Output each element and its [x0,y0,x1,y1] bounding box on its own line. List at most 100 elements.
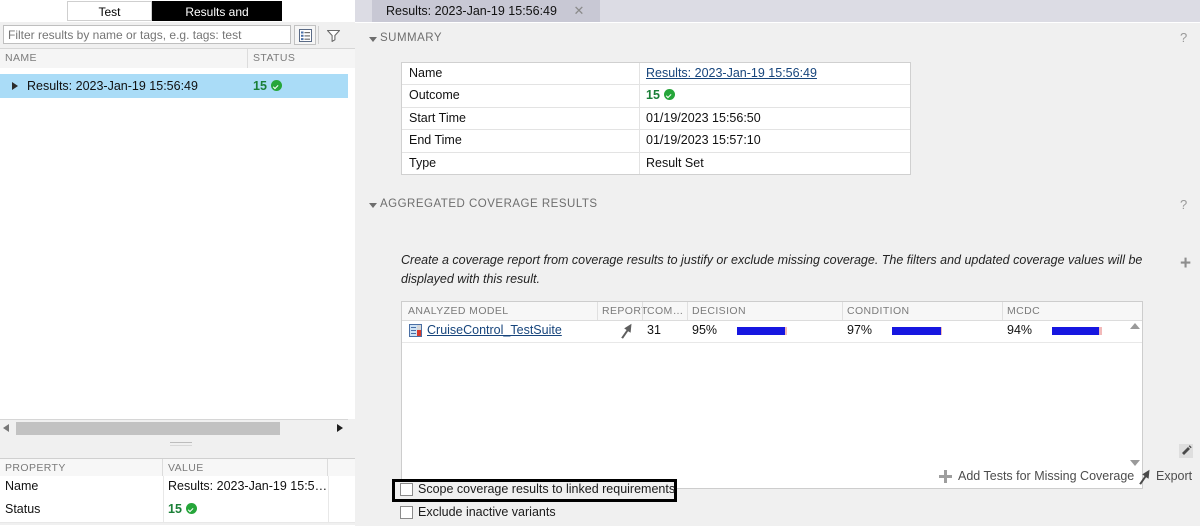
property-key: Status [5,502,41,516]
coverage-decision-bar [737,327,787,335]
scroll-up-arrow-icon[interactable] [1130,323,1140,329]
toolbar-separator [318,26,319,44]
summary-collapse-caret-icon[interactable] [369,37,377,42]
column-divider[interactable] [1002,302,1003,320]
list-detail-icon[interactable] [294,25,316,45]
property-table-header: PROPERTY VALUE [0,458,355,478]
checkbox-box[interactable] [400,506,413,519]
property-row-status[interactable]: Status 15 [0,499,355,523]
tree-horizontal-scrollbar[interactable] [0,419,348,437]
column-divider[interactable] [642,302,643,320]
scroll-left-arrow-icon[interactable] [3,424,9,432]
coverage-description: Create a coverage report from coverage r… [401,253,1143,286]
summary-value: 01/19/2023 15:57:10 [646,133,761,148]
export-flag-icon[interactable] [1138,469,1153,488]
coverage-model-link[interactable]: CruiseControl_TestSuite [427,323,562,337]
report-flag-icon[interactable] [620,323,635,342]
coverage-mcdc-value: 94% [1007,323,1033,337]
summary-row-start-time: Start Time 01/19/2023 15:56:50 [402,107,910,131]
summary-outcome-count: 15 [646,88,660,103]
summary-divider [639,130,640,152]
summary-key: End Time [409,133,462,148]
simulink-model-icon [409,324,422,337]
summary-value-link[interactable]: Results: 2023-Jan-19 15:56:49 [646,66,817,80]
tab-results-and-artifacts[interactable]: Results and Artifacts [152,1,282,39]
tree-row-status-count: 15 [253,79,267,93]
summary-divider [639,85,640,107]
document-tab-results[interactable]: Results: 2023-Jan-19 15:56:49 ✕ [372,0,600,22]
summary-value: Result Set [646,155,704,170]
summary-key: Start Time [409,110,466,125]
add-column-plus-icon[interactable]: + [1180,254,1191,273]
pass-check-icon [663,89,675,101]
checkbox-box[interactable] [400,483,413,496]
summary-divider [639,107,640,130]
funnel-icon[interactable] [322,25,344,45]
panel-splitter[interactable] [0,437,355,450]
column-header-condition[interactable]: CONDITION [847,302,910,320]
tree-row-result-set[interactable]: Results: 2023-Jan-19 15:56:49 15 [0,74,348,98]
property-divider [163,476,164,499]
coverage-section-title: AGGREGATED COVERAGE RESULTS [380,198,598,210]
resize-grip-icon[interactable] [1179,444,1193,458]
checkbox-label: Exclude inactive variants [418,505,556,519]
column-header-status[interactable]: STATUS [248,49,355,68]
left-tabstrip: Test Browser Results and Artifacts [0,0,355,39]
property-divider [163,499,164,522]
document-tab-label: Results: 2023-Jan-19 15:56:49 [386,4,557,18]
close-icon[interactable]: ✕ [572,4,586,18]
property-value: Results: 2023-Jan-19 15:5… [168,479,328,493]
coverage-help-icon[interactable]: ? [1180,197,1187,212]
tab-test-browser[interactable]: Test Browser [67,1,152,39]
column-header-mcdc[interactable]: MCDC [1007,302,1040,320]
property-divider-2 [328,476,329,499]
coverage-table-row[interactable]: CruiseControl_TestSuite 31 95% 97% 94% [402,320,1142,343]
column-divider[interactable] [687,302,688,320]
export-button[interactable]: Export [1156,469,1192,483]
column-header-complexity[interactable]: COM… [647,302,684,320]
property-divider-2 [328,499,329,522]
summary-divider [639,63,640,85]
scrollbar-thumb[interactable] [16,422,280,435]
coverage-collapse-caret-icon[interactable] [369,203,377,208]
summary-row-name: Name Results: 2023-Jan-19 15:56:49 [402,63,910,86]
tree-row-status: 15 [253,78,282,94]
property-row-name[interactable]: Name Results: 2023-Jan-19 15:5… [0,476,355,500]
pass-check-icon [185,503,197,514]
coverage-table: ANALYZED MODEL REPORT COM… DECISION COND… [401,301,1143,489]
summary-key: Outcome [409,88,460,103]
scroll-down-arrow-icon[interactable] [1130,460,1140,466]
coverage-table-header: ANALYZED MODEL REPORT COM… DECISION COND… [402,302,1142,321]
property-status-count: 15 [168,502,182,516]
summary-key: Name [409,66,443,80]
checkbox-label: Scope coverage results to linked require… [418,482,676,496]
summary-section-title: SUMMARY [380,32,443,44]
summary-row-outcome: Outcome 15 [402,85,910,108]
coverage-condition-bar [892,327,942,335]
column-header-analyzed-model[interactable]: ANALYZED MODEL [408,302,509,320]
document-tabstrip: Results: 2023-Jan-19 15:56:49 ✕ [355,0,1200,22]
coverage-mcdc-bar [1052,327,1102,335]
summary-divider [639,152,640,174]
pass-check-icon [270,80,282,91]
summary-table: Name Results: 2023-Jan-19 15:56:49 Outco… [401,62,911,175]
column-header-decision[interactable]: DECISION [692,302,746,320]
results-tree[interactable]: Results: 2023-Jan-19 15:56:49 15 [0,68,356,419]
summary-help-icon[interactable]: ? [1180,30,1187,45]
column-header-name[interactable]: NAME [0,49,248,68]
chevron-right-icon[interactable] [12,82,18,90]
splitter-grip-icon[interactable] [170,442,192,446]
column-divider[interactable] [842,302,843,320]
filter-input[interactable] [3,25,291,44]
scroll-right-arrow-icon[interactable] [337,424,343,432]
summary-row-type: Type Result Set [402,152,910,174]
plus-icon[interactable] [939,470,952,483]
column-divider[interactable] [597,302,598,320]
tree-row-name: Results: 2023-Jan-19 15:56:49 [27,79,198,93]
test-manager-window: Test Browser Results and Artifacts [0,0,1200,526]
coverage-decision-value: 95% [692,323,718,337]
document-area: SUMMARY ? Name Results: 2023-Jan-19 15:5… [355,22,1200,526]
coverage-complexity-value: 31 [647,323,661,337]
add-tests-for-missing-coverage-button[interactable]: Add Tests for Missing Coverage [958,469,1134,483]
summary-row-end-time: End Time 01/19/2023 15:57:10 [402,130,910,153]
